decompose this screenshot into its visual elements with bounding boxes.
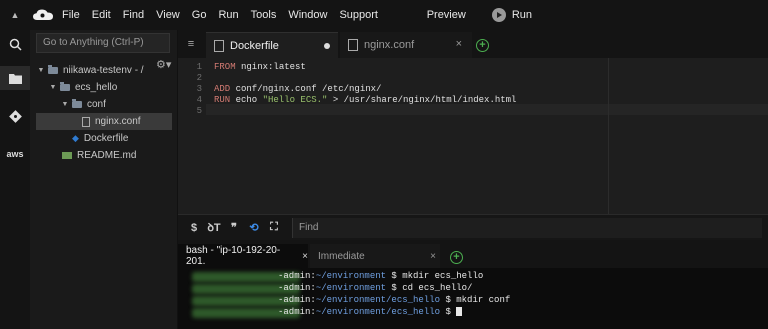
chevron-down-icon: ▼ xyxy=(37,67,45,74)
folder-icon xyxy=(72,99,82,108)
tab-label: bash - "ip-10-192-20-201. xyxy=(186,245,281,267)
menu-run[interactable]: Run xyxy=(212,9,244,21)
file-icon xyxy=(348,39,358,51)
wrap-around-icon[interactable]: ⟲ xyxy=(244,221,264,234)
cloud9-logo-icon[interactable] xyxy=(30,9,56,21)
menu-window[interactable]: Window xyxy=(282,9,333,21)
code-line: ADD conf/nginx.conf /etc/nginx/ xyxy=(214,84,382,94)
goto-anything-input[interactable]: Go to Anything (Ctrl-P) xyxy=(36,33,170,53)
close-icon[interactable]: × xyxy=(456,38,462,50)
add-terminal-icon[interactable]: + xyxy=(450,251,463,264)
markdown-icon xyxy=(62,152,72,159)
menu-icon[interactable]: ≡ xyxy=(178,30,204,58)
menu-support[interactable]: Support xyxy=(333,9,384,21)
add-tab-icon[interactable]: + xyxy=(476,39,489,52)
regex-icon[interactable]: $ xyxy=(184,222,204,234)
tree-item-ecs-hello[interactable]: ▼ ecs_hello xyxy=(36,79,172,96)
terminal-cursor xyxy=(456,307,463,317)
code-line: FROM nginx:latest xyxy=(214,62,306,72)
editor-tab-bar: ≡ Dockerfile nginx.conf × + xyxy=(178,30,768,58)
run-label: Run xyxy=(511,9,532,21)
play-icon xyxy=(491,8,506,22)
tree-item-conf[interactable]: ▼ conf xyxy=(36,96,172,113)
active-line xyxy=(206,104,768,115)
line-number: 5 xyxy=(196,106,202,116)
terminal-line: -admin:~/environment/ecs_hello $ xyxy=(278,307,463,317)
case-sensitive-icon[interactable]: ꝺT xyxy=(204,220,224,235)
terminal-line: -admin:~/environment $ cd ecs_hello/ xyxy=(278,283,473,293)
tree-item-label: ecs_hello xyxy=(75,82,118,93)
menu-tools[interactable]: Tools xyxy=(245,9,283,21)
chevron-down-icon: ▼ xyxy=(49,84,57,91)
terminal-output[interactable]: -admin:~/environment $ mkdir ecs_hello -… xyxy=(178,268,768,329)
tab-label: Dockerfile xyxy=(230,39,279,52)
code-editor[interactable]: 1 2 3 4 5 FROM nginx:latest ADD conf/ngi… xyxy=(178,58,768,214)
tree-item-label: nginx.conf xyxy=(95,116,141,127)
menu-edit[interactable]: Edit xyxy=(86,9,117,21)
tree-item-root[interactable]: ▼ niikawa-testenv - / xyxy=(36,62,172,79)
chevron-down-icon: ▼ xyxy=(61,101,69,108)
file-tree-panel: Go to Anything (Ctrl-P) ⚙▾ ▼ niikawa-tes… xyxy=(30,30,178,329)
file-icon xyxy=(214,39,224,52)
find-input[interactable]: Find xyxy=(292,217,762,238)
file-icon xyxy=(82,116,90,127)
folder-icon xyxy=(48,65,58,74)
whole-word-icon[interactable]: ❞ xyxy=(224,221,244,234)
tree-item-label: Dockerfile xyxy=(83,133,129,144)
source-control-icon[interactable] xyxy=(0,104,30,128)
code-line: RUN echo "Hello ECS." > /usr/share/nginx… xyxy=(214,95,517,105)
tree-item-label: conf xyxy=(87,99,106,110)
collapse-caret-icon[interactable]: ▲ xyxy=(0,10,30,20)
line-number: 1 xyxy=(196,62,202,72)
docker-icon: ◆ xyxy=(72,133,79,143)
find-bar: $ ꝺT ❞ ⟲ ⛶ Find xyxy=(178,214,768,240)
line-number: 4 xyxy=(196,95,202,105)
line-number: 3 xyxy=(196,84,202,94)
terminal-line: -admin:~/environment $ mkdir ecs_hello xyxy=(278,271,484,281)
tree-item-readme[interactable]: README.md xyxy=(36,147,172,164)
menubar: ▲ File Edit Find View Go Run Tools Windo… xyxy=(0,0,768,30)
terminal-tab-bar: bash - "ip-10-192-20-201. × Immediate × … xyxy=(178,240,768,268)
tree-item-nginx-conf[interactable]: nginx.conf xyxy=(36,113,172,130)
menu-file[interactable]: File xyxy=(56,9,86,21)
close-icon[interactable]: × xyxy=(430,251,436,262)
run-button[interactable]: Run xyxy=(491,8,532,22)
menu-view[interactable]: View xyxy=(150,9,186,21)
tab-nginx-conf[interactable]: nginx.conf × xyxy=(340,32,472,58)
line-number: 2 xyxy=(196,73,202,83)
tree-item-label: niikawa-testenv - / xyxy=(63,65,144,76)
tree-item-label: README.md xyxy=(77,150,137,161)
tab-dockerfile[interactable]: Dockerfile xyxy=(206,32,338,58)
tab-label: Immediate xyxy=(318,250,365,262)
tree-item-dockerfile[interactable]: ◆ Dockerfile xyxy=(36,130,172,147)
line-gutter: 1 2 3 4 5 xyxy=(178,58,206,214)
aws-icon[interactable]: aws xyxy=(0,142,30,166)
menu-find[interactable]: Find xyxy=(117,9,150,21)
tab-bash[interactable]: bash - "ip-10-192-20-201. × xyxy=(178,244,308,268)
environment-files-icon[interactable] xyxy=(0,66,30,90)
tab-immediate[interactable]: Immediate × xyxy=(310,244,440,268)
tab-label: nginx.conf xyxy=(364,39,415,51)
terminal-line: -admin:~/environment/ecs_hello $ mkdir c… xyxy=(278,295,511,305)
folder-icon xyxy=(60,82,70,91)
unsaved-dot-icon[interactable] xyxy=(324,43,330,49)
menu-go[interactable]: Go xyxy=(186,9,213,21)
search-icon[interactable] xyxy=(0,32,30,56)
close-icon[interactable]: × xyxy=(302,251,308,262)
activity-bar: aws xyxy=(0,30,30,329)
preview-button[interactable]: Preview xyxy=(427,9,466,21)
print-margin xyxy=(608,58,609,214)
search-selection-icon[interactable]: ⛶ xyxy=(264,221,284,234)
